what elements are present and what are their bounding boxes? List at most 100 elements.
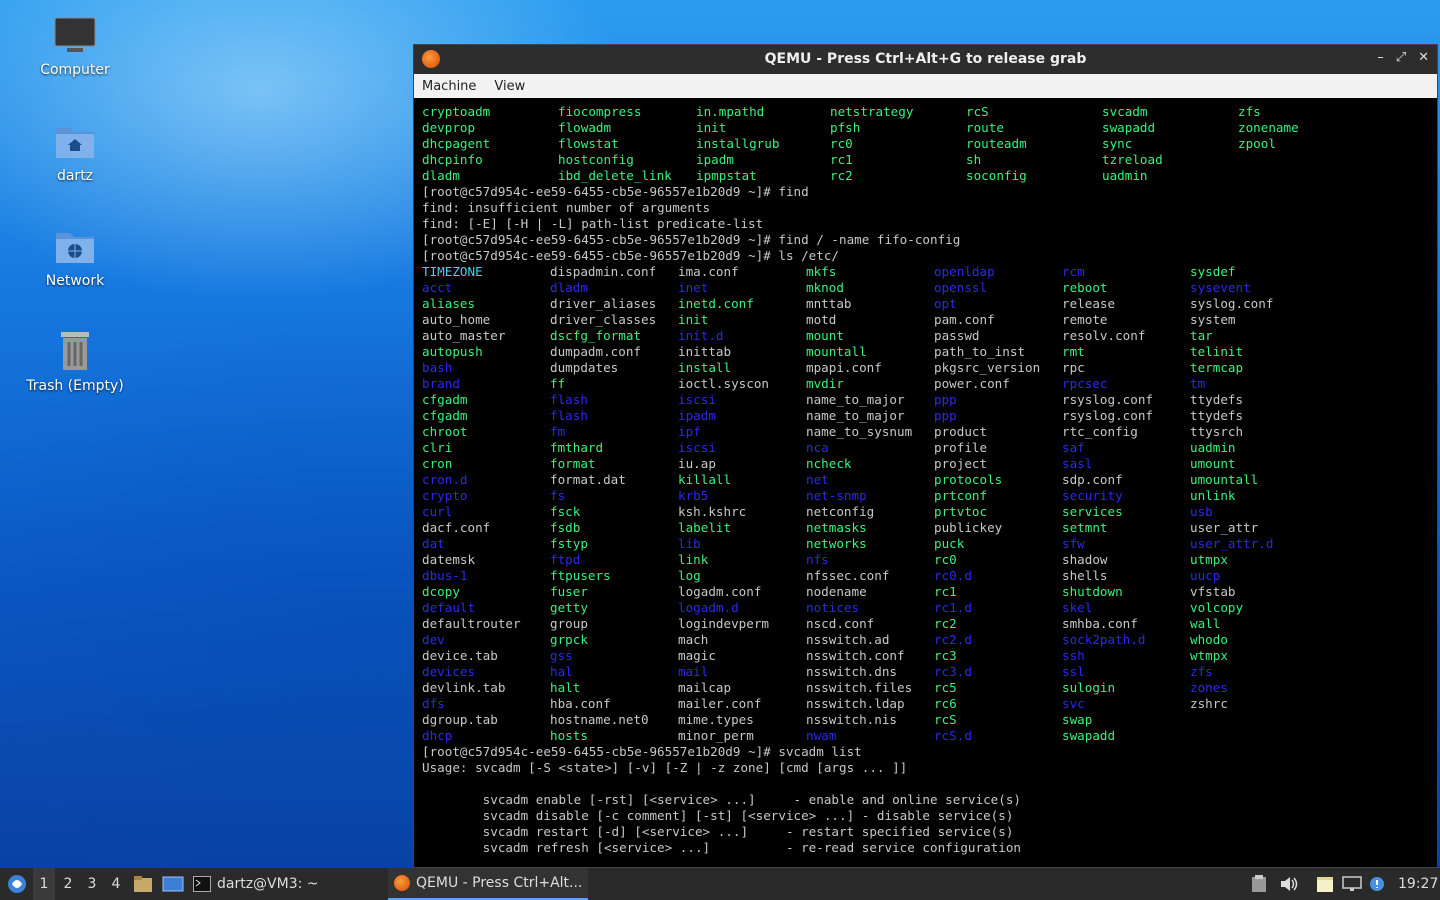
tray-notes[interactable] bbox=[1315, 868, 1335, 900]
workspace-2[interactable]: 2 bbox=[57, 868, 79, 900]
etc-entry: zones bbox=[1190, 680, 1228, 695]
terminal-screen[interactable]: cryptoadm fiocompress in.mpathd netstrategy… bbox=[414, 98, 1437, 867]
etc-entry: prtconf bbox=[934, 488, 988, 503]
minimize-button[interactable]: – bbox=[1377, 50, 1384, 65]
etc-entry: autopush bbox=[422, 344, 483, 359]
etc-entry: hba.conf bbox=[550, 696, 611, 711]
etc-entry: name_to_major bbox=[806, 408, 905, 423]
terminal-line: svcadm refresh [<service> ...] - re-read… bbox=[422, 840, 1021, 855]
etc-entry: power.conf bbox=[934, 376, 1010, 391]
workspace-4[interactable]: 4 bbox=[105, 868, 127, 900]
etc-entry: fstyp bbox=[550, 536, 588, 551]
etc-entry: killall bbox=[678, 472, 732, 487]
etc-entry: ssl bbox=[1062, 664, 1085, 679]
etc-entry: chroot bbox=[422, 424, 468, 439]
etc-entry: ppp bbox=[934, 408, 957, 423]
sbin-entry: dhcpinfo bbox=[422, 152, 483, 167]
etc-entry: rcS.d bbox=[934, 728, 972, 743]
etc-entry: rc1 bbox=[934, 584, 957, 599]
tray-network[interactable] bbox=[1342, 868, 1362, 900]
etc-entry: remote bbox=[1062, 312, 1108, 327]
etc-entry: publickey bbox=[934, 520, 1003, 535]
etc-entry: ff bbox=[550, 376, 566, 391]
etc-entry: motd bbox=[806, 312, 837, 327]
maximize-button[interactable]: ⤢ bbox=[1396, 50, 1406, 65]
menu-view[interactable]: View bbox=[494, 79, 525, 94]
etc-entry: puck bbox=[934, 536, 965, 551]
tray-volume[interactable] bbox=[1279, 868, 1299, 900]
terminal-line: svcadm restart [-d] [<service> ...] - re… bbox=[422, 824, 1014, 839]
etc-entry: default bbox=[422, 600, 476, 615]
etc-entry: gss bbox=[550, 648, 573, 663]
task-qemu[interactable]: QEMU - Press Ctrl+Alt... bbox=[388, 868, 588, 900]
etc-entry: dispadmin.conf bbox=[550, 264, 657, 279]
etc-entry: sysevent bbox=[1190, 280, 1251, 295]
etc-entry: minor_perm bbox=[678, 728, 754, 743]
etc-entry: swapadd bbox=[1062, 728, 1116, 743]
sbin-entry: hostconfig bbox=[558, 152, 634, 167]
etc-entry: group bbox=[550, 616, 588, 631]
etc-entry: brand bbox=[422, 376, 460, 391]
etc-entry: whodo bbox=[1190, 632, 1228, 647]
qemu-window[interactable]: QEMU - Press Ctrl+Alt+G to release grab … bbox=[413, 44, 1438, 868]
etc-entry: nscd.conf bbox=[806, 616, 875, 631]
sbin-entry: rc0 bbox=[830, 136, 853, 151]
etc-entry: log bbox=[678, 568, 701, 583]
terminal-line: svcadm enable [-rst] [<service> ...] - e… bbox=[422, 792, 1021, 807]
etc-entry: sulogin bbox=[1062, 680, 1116, 695]
etc-entry: rsyslog.conf bbox=[1062, 392, 1153, 407]
etc-entry: swap bbox=[1062, 712, 1093, 727]
etc-entry: ioctl.syscon bbox=[678, 376, 769, 391]
etc-entry: setmnt bbox=[1062, 520, 1108, 535]
sbin-entry: dladm bbox=[422, 168, 460, 183]
close-button[interactable]: ✕ bbox=[1418, 50, 1429, 65]
desktop-icon-computer[interactable]: Computer bbox=[20, 16, 130, 78]
etc-entry: nsswitch.ad bbox=[806, 632, 890, 647]
file-manager-launcher[interactable] bbox=[133, 868, 153, 900]
etc-entry: mknod bbox=[806, 280, 844, 295]
etc-entry: driver_classes bbox=[550, 312, 657, 327]
etc-entry: mail bbox=[678, 664, 709, 679]
desktop-icon-trash[interactable]: Trash (Empty) bbox=[20, 330, 130, 394]
etc-entry: curl bbox=[422, 504, 453, 519]
etc-entry: prtvtoc bbox=[934, 504, 988, 519]
etc-entry: sasl bbox=[1062, 456, 1093, 471]
etc-entry: fmthard bbox=[550, 440, 604, 455]
etc-entry: inetd.conf bbox=[678, 296, 754, 311]
etc-entry: crypto bbox=[422, 488, 468, 503]
window-titlebar[interactable]: QEMU - Press Ctrl+Alt+G to release grab … bbox=[414, 45, 1437, 74]
etc-entry: smhba.conf bbox=[1062, 616, 1138, 631]
etc-entry: sock2path.d bbox=[1062, 632, 1146, 647]
etc-entry: pkgsrc_version bbox=[934, 360, 1041, 375]
clock[interactable]: 19:27 bbox=[1398, 868, 1438, 900]
etc-entry: termcap bbox=[1190, 360, 1244, 375]
desktop-icon-home[interactable]: dartz bbox=[20, 122, 130, 184]
etc-entry: mpapi.conf bbox=[806, 360, 882, 375]
menu-machine[interactable]: Machine bbox=[422, 79, 476, 94]
etc-entry: vfstab bbox=[1190, 584, 1236, 599]
etc-entry: ima.conf bbox=[678, 264, 739, 279]
terminal-line: [root@c57d954c-ee59-6455-cb5e-96557e1b20… bbox=[422, 184, 809, 199]
tray-clipboard[interactable] bbox=[1251, 868, 1267, 900]
etc-entry: auto_master bbox=[422, 328, 506, 343]
etc-entry: nsswitch.nis bbox=[806, 712, 897, 727]
etc-entry: dhcp bbox=[422, 728, 453, 743]
etc-entry: inittab bbox=[678, 344, 732, 359]
etc-entry: nsswitch.conf bbox=[806, 648, 905, 663]
tray-updates[interactable] bbox=[1368, 868, 1386, 900]
etc-entry: net bbox=[806, 472, 829, 487]
etc-entry: aliases bbox=[422, 296, 476, 311]
etc-entry: nsswitch.dns bbox=[806, 664, 897, 679]
etc-entry: path_to_inst bbox=[934, 344, 1025, 359]
workspace-1[interactable]: 1 bbox=[33, 868, 55, 900]
workspace-3[interactable]: 3 bbox=[81, 868, 103, 900]
task-terminal[interactable]: dartz@VM3: ~ bbox=[193, 868, 319, 900]
desktop-launcher[interactable] bbox=[162, 868, 184, 900]
desktop-icon-network[interactable]: Network bbox=[20, 227, 130, 289]
etc-entry: dumpdates bbox=[550, 360, 619, 375]
etc-entry: rmt bbox=[1062, 344, 1085, 359]
terminal-line: [root@c57d954c-ee59-6455-cb5e-96557e1b20… bbox=[422, 744, 862, 759]
etc-entry: dat bbox=[422, 536, 445, 551]
etc-entry: uucp bbox=[1190, 568, 1221, 583]
start-menu-button[interactable] bbox=[4, 868, 30, 900]
